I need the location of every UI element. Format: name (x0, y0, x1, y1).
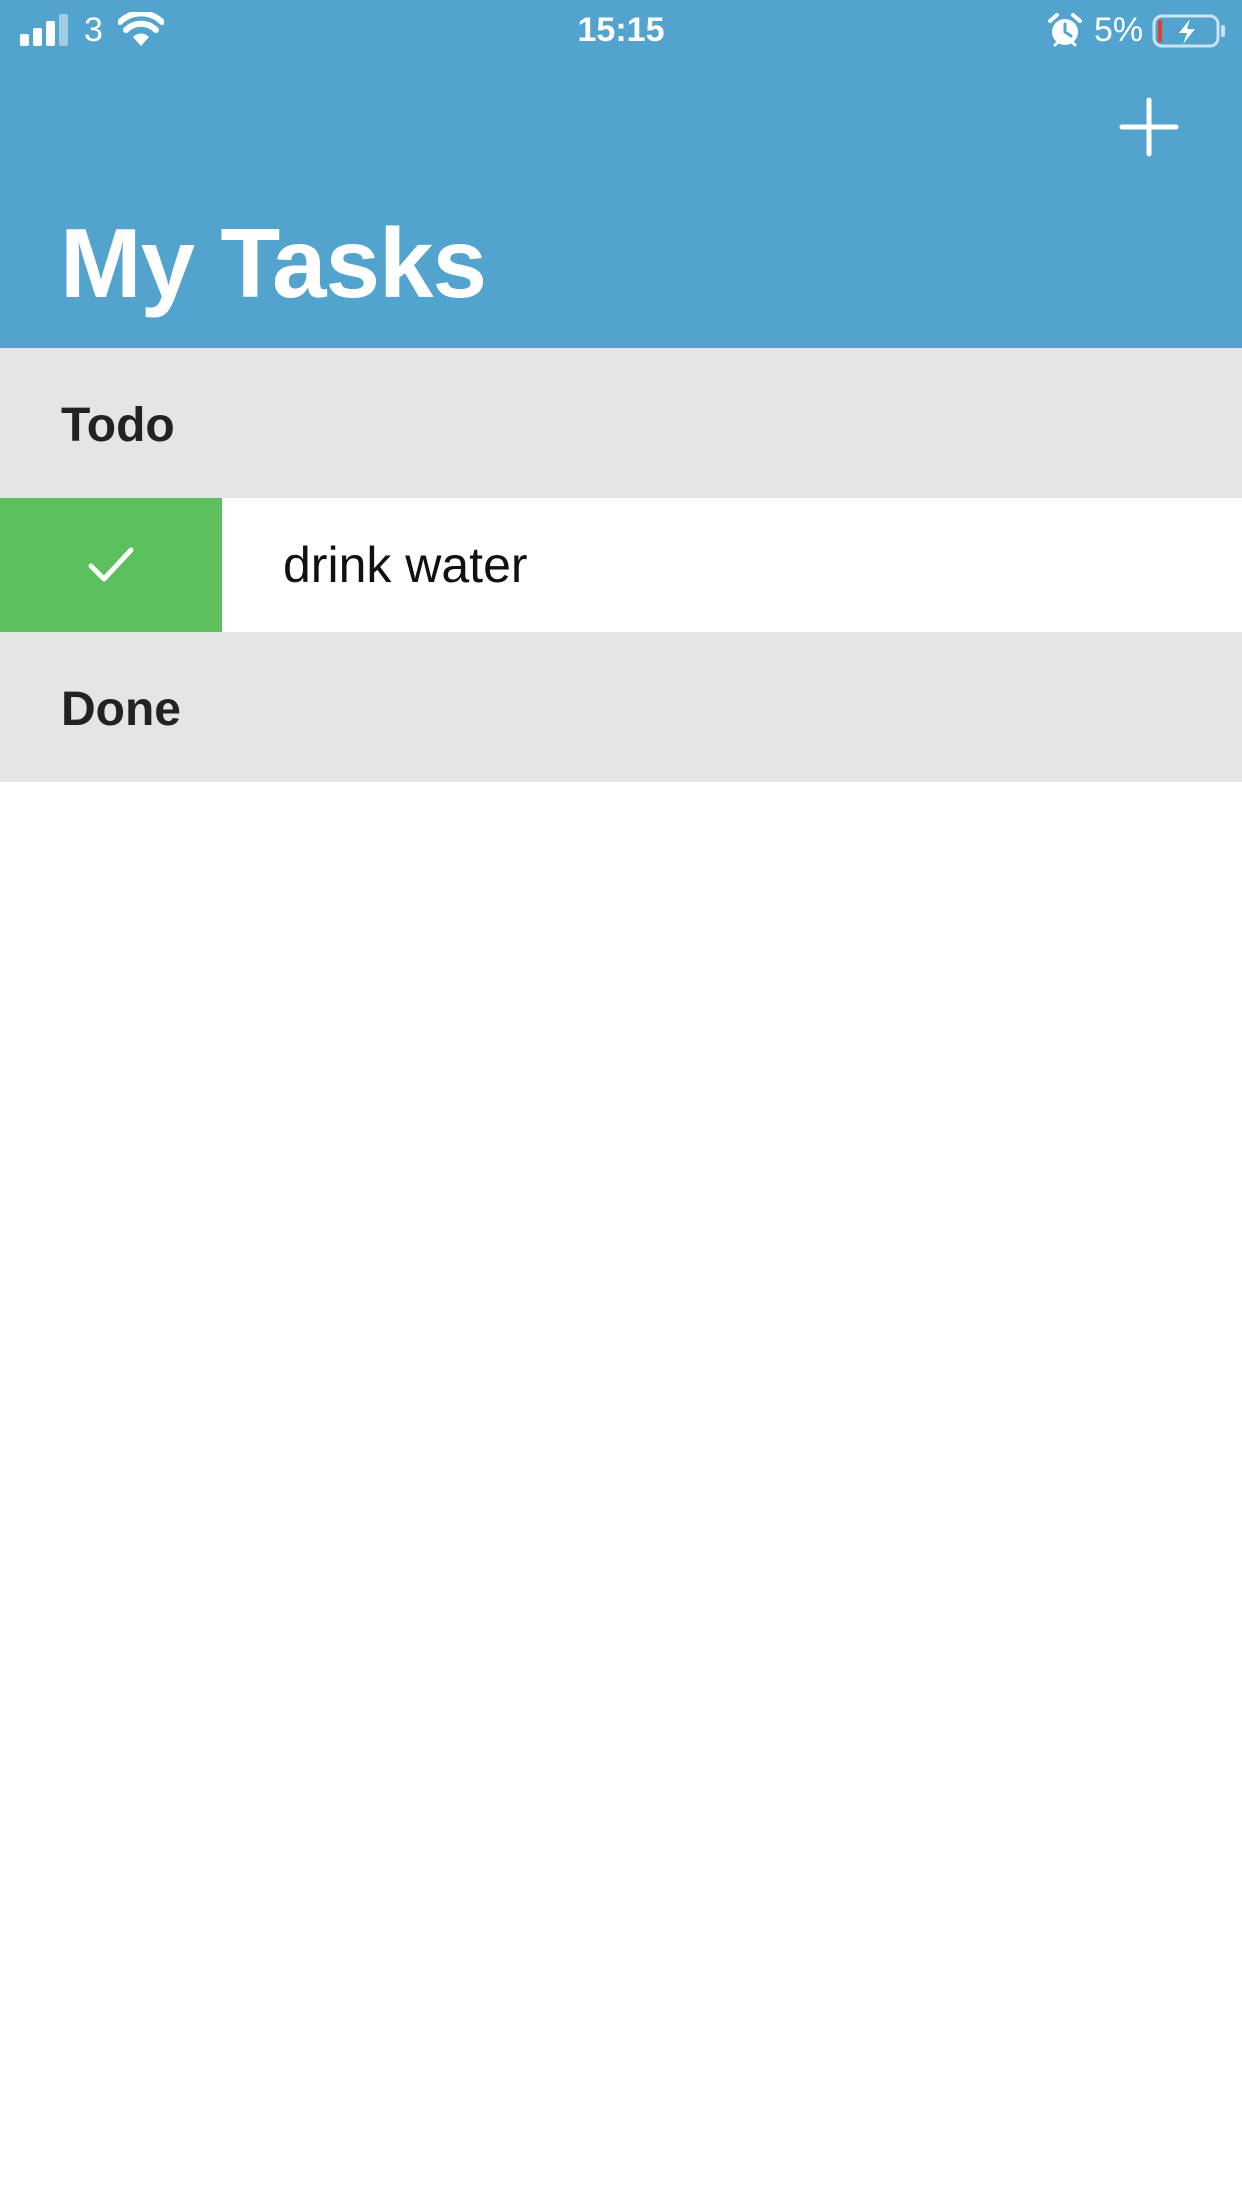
checkmark-icon (88, 547, 134, 582)
task-title[interactable]: drink water (283, 536, 528, 594)
battery-charging-icon (1152, 14, 1225, 48)
app-screen: 3 15:15 5% My Tasks Todo drink water Don… (0, 0, 1242, 2208)
section-header-done: Done (0, 632, 1242, 782)
section-label-todo: Todo (61, 399, 175, 452)
page-title: My Tasks (60, 208, 487, 318)
app-header: 3 15:15 5% My Tasks (0, 0, 1242, 348)
add-task-button[interactable] (1118, 96, 1180, 158)
task-row[interactable]: drink water (0, 498, 1242, 632)
status-bar: 3 15:15 5% (0, 0, 1242, 62)
complete-task-button[interactable] (0, 498, 222, 632)
battery-percent: 5% (1094, 11, 1144, 49)
alarm-icon (1048, 13, 1082, 47)
section-label-done: Done (61, 683, 181, 736)
section-header-todo: Todo (0, 348, 1242, 498)
